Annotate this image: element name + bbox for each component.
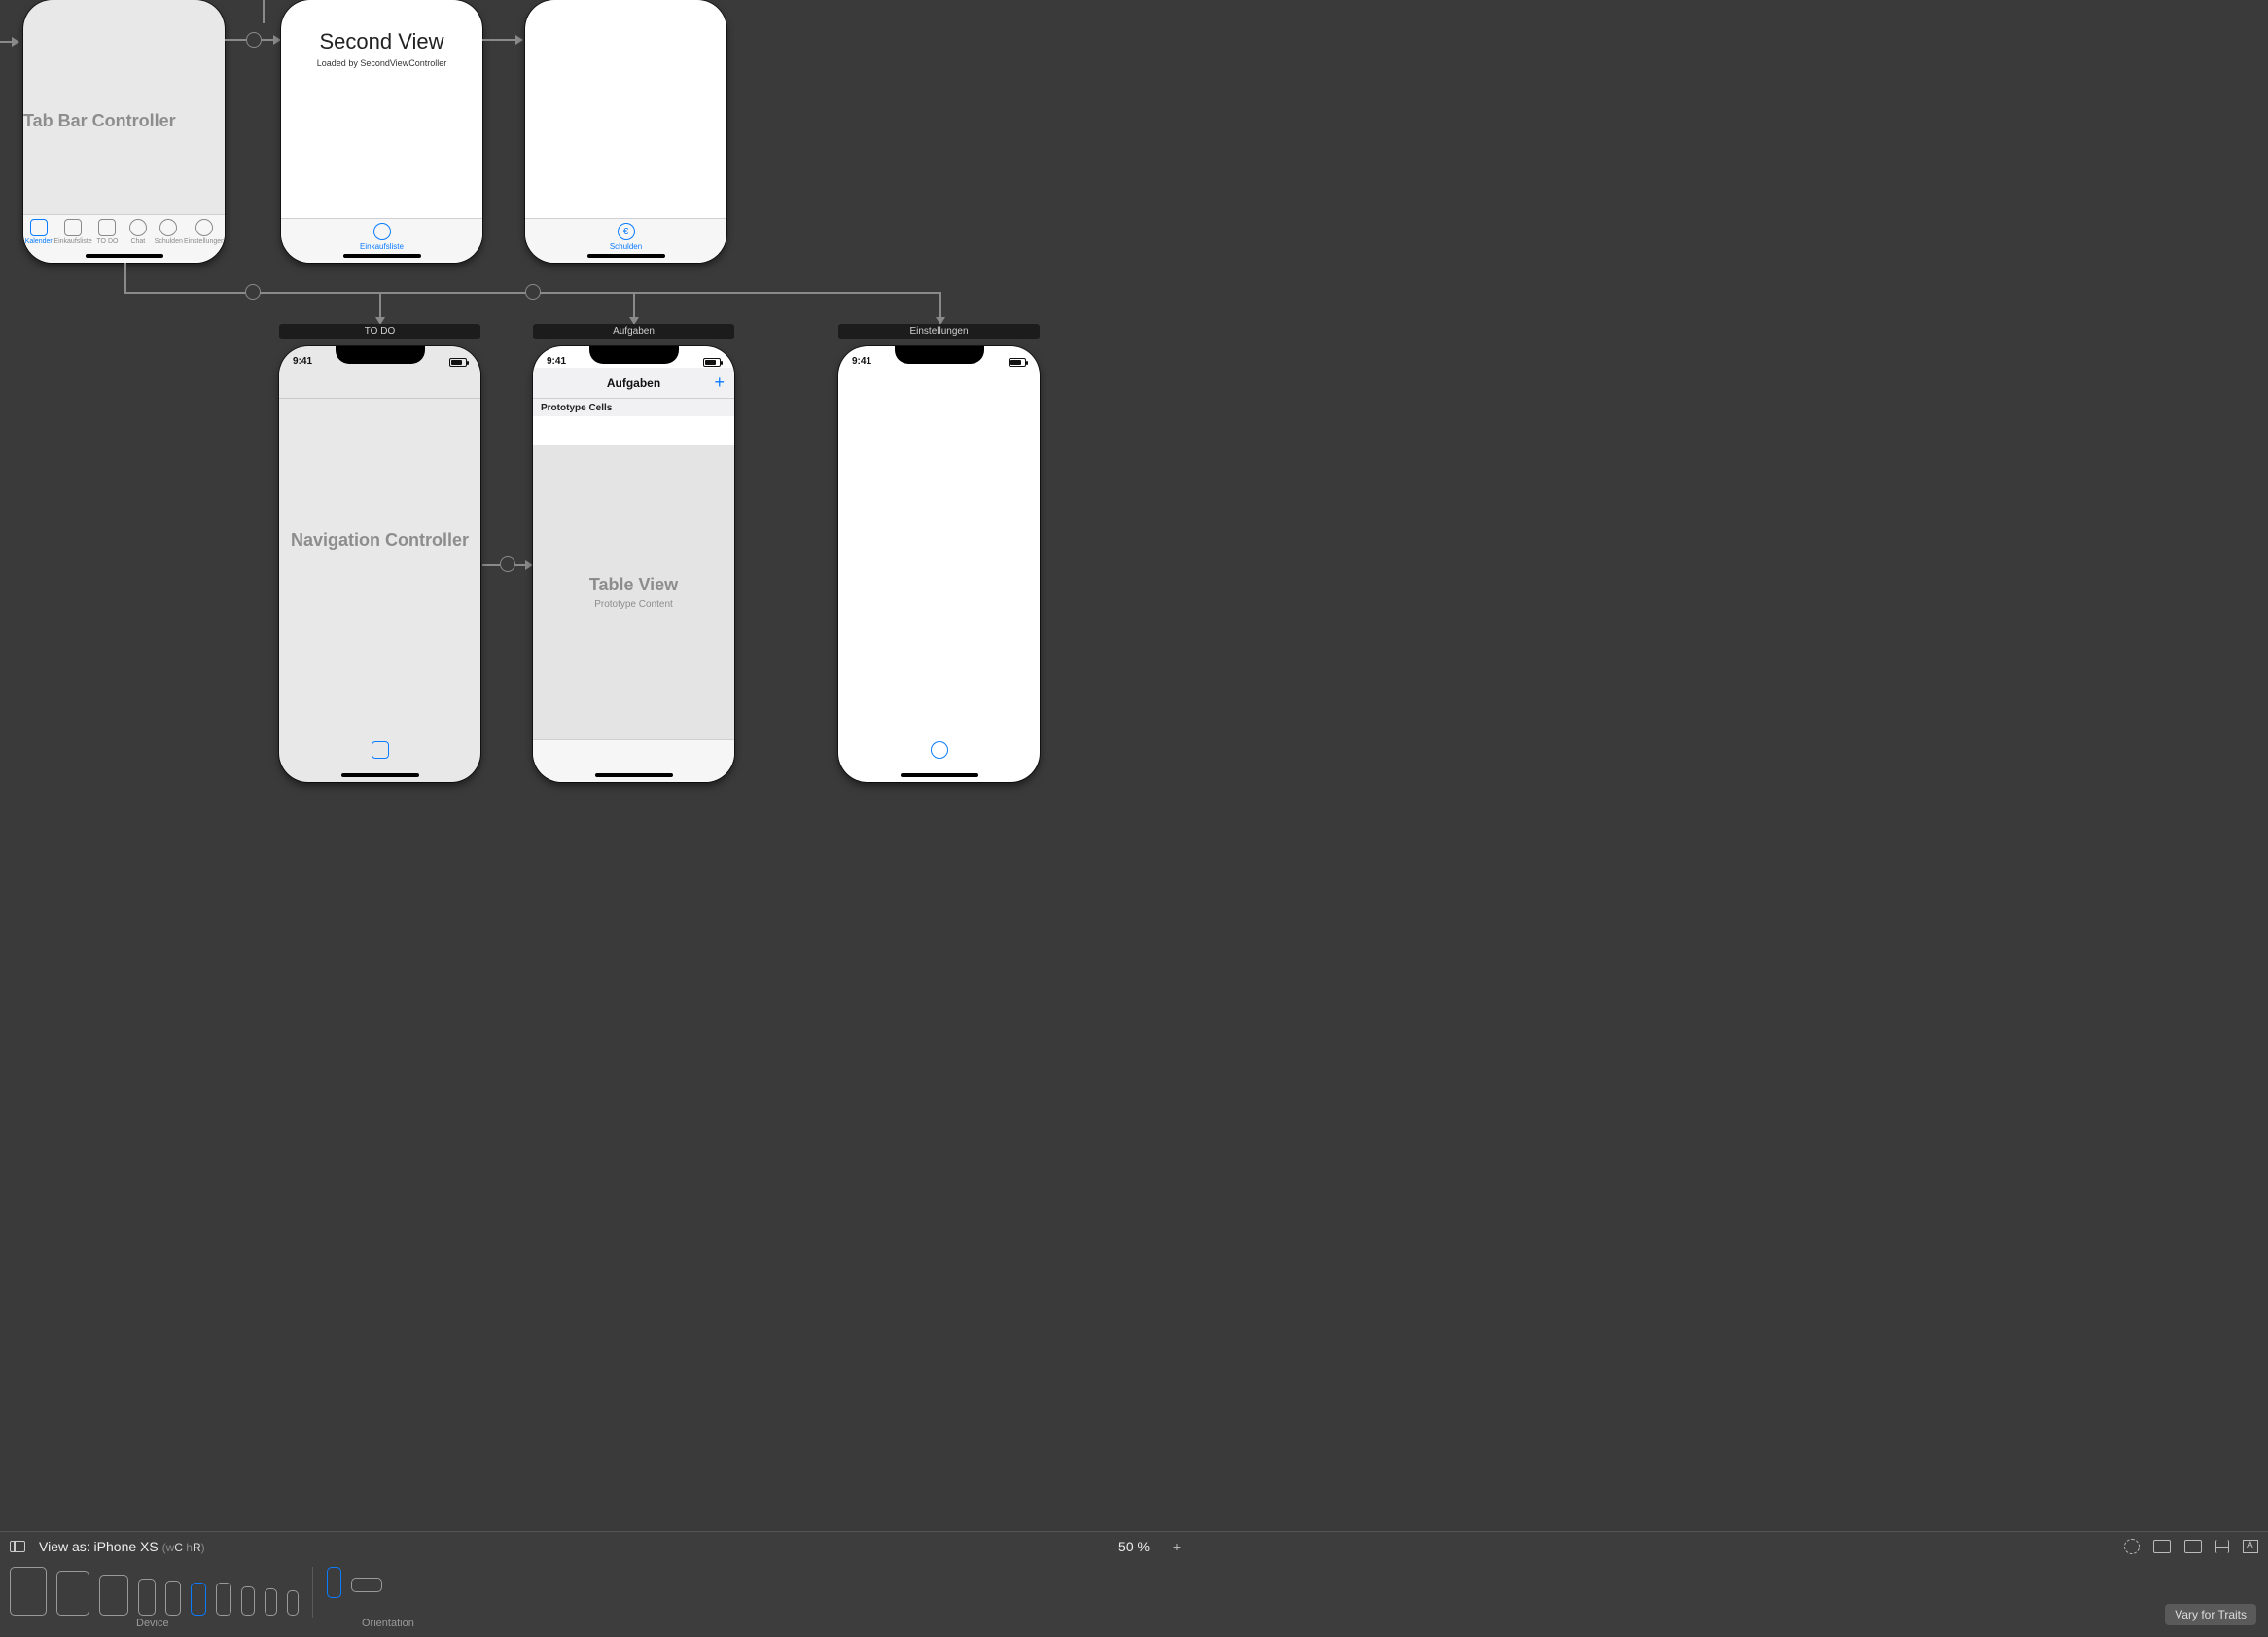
navcontroller-title: Navigation Controller — [291, 530, 469, 551]
home-indicator — [587, 254, 665, 258]
device-configuration-bar: View as: iPhone XS (wC hR) — 50 % + — [0, 1531, 2268, 1636]
scene-navigationcontroller[interactable]: 9:41 Navigation Controller — [279, 346, 480, 782]
tab-einstellungen[interactable]: Einstellungen — [184, 219, 225, 245]
home-indicator — [341, 773, 419, 777]
tab-schulden[interactable]: Schulden — [154, 219, 184, 245]
entry-segue — [0, 41, 12, 43]
segue-line — [124, 263, 126, 292]
secondview-title: Second View — [281, 29, 482, 54]
tab-einkaufsliste[interactable]: Einkaufsliste — [53, 219, 91, 245]
embed-in-icon[interactable] — [2153, 1540, 2171, 1553]
home-indicator — [901, 773, 978, 777]
status-time: 9:41 — [852, 356, 871, 367]
orientation-portrait[interactable] — [327, 1567, 341, 1598]
gear-icon — [195, 219, 213, 236]
segue-arrow-icon — [273, 35, 281, 45]
tab-todo[interactable]: TO DO — [92, 219, 123, 245]
pin-constraints-icon[interactable] — [2215, 1540, 2229, 1553]
battery-icon — [703, 358, 721, 367]
device-picker — [10, 1567, 299, 1616]
device-ipad-11[interactable] — [56, 1571, 89, 1616]
update-frames-icon[interactable] — [2124, 1539, 2140, 1554]
divider — [312, 1567, 313, 1618]
segue-line — [263, 0, 265, 23]
segue-arrow-icon — [525, 560, 533, 570]
segue-line — [482, 564, 500, 566]
secondview-subtitle: Loaded by SecondViewController — [281, 58, 482, 68]
euro-icon: € — [618, 223, 635, 240]
prototype-cell[interactable] — [533, 416, 734, 445]
scene-tabbarcontroller[interactable]: Tab Bar Controller Kalender Einkaufslist… — [23, 0, 225, 263]
add-button[interactable]: + — [714, 373, 725, 393]
vary-for-traits-button[interactable]: Vary for Traits — [2165, 1604, 2256, 1625]
scene-bar-todo[interactable]: TO DO — [279, 324, 480, 339]
device-iphone-xs[interactable] — [191, 1583, 206, 1616]
segue-line — [225, 39, 246, 41]
basket-icon — [64, 219, 82, 236]
segue-line — [939, 292, 941, 317]
segue-line — [482, 39, 515, 41]
segue-node-icon[interactable] — [245, 284, 261, 300]
device-iphone-8plus[interactable] — [216, 1583, 231, 1616]
tableview-placeholder: Table View Prototype Content — [533, 445, 734, 739]
device-iphone-max[interactable] — [138, 1579, 156, 1616]
device-group-label: Device — [136, 1618, 169, 1629]
home-indicator — [86, 254, 163, 258]
gear-icon — [931, 741, 948, 759]
scene-schulden[interactable]: € Schulden — [525, 0, 726, 263]
calendar-icon — [30, 219, 48, 236]
orientation-group-label: Orientation — [362, 1618, 414, 1629]
tabbarcontroller-title: Tab Bar Controller — [23, 111, 176, 131]
home-indicator — [343, 254, 421, 258]
orientation-landscape[interactable] — [351, 1578, 382, 1592]
device-iphone-8[interactable] — [241, 1586, 255, 1616]
device-ipad-12[interactable] — [10, 1567, 47, 1616]
home-indicator — [595, 773, 673, 777]
device-iphone-se[interactable] — [265, 1588, 277, 1616]
status-bar: 9:41 — [838, 346, 1040, 368]
scene-bar-einstellungen[interactable]: Einstellungen — [838, 324, 1040, 339]
view-as-label[interactable]: View as: iPhone XS (wC hR) — [39, 1539, 205, 1554]
segue-line — [515, 564, 525, 566]
resolve-issues-icon[interactable] — [2243, 1540, 2258, 1553]
scene-secondview[interactable]: Second View Loaded by SecondViewControll… — [281, 0, 482, 263]
status-time: 9:41 — [547, 356, 566, 367]
panel-toggle-icon[interactable] — [10, 1541, 25, 1552]
status-bar: 9:41 — [533, 346, 734, 368]
segue-node-icon[interactable] — [246, 32, 262, 48]
device-iphone-4s[interactable] — [287, 1590, 299, 1616]
entry-arrow-icon — [12, 37, 19, 47]
prototype-cells-header: Prototype Cells — [533, 399, 734, 416]
segue-line — [633, 292, 635, 317]
basket-icon — [373, 223, 391, 240]
segue-line — [262, 39, 273, 41]
align-icon[interactable] — [2184, 1540, 2202, 1553]
segue-node-icon[interactable] — [500, 556, 515, 572]
nav-title: Aufgaben — [607, 376, 660, 390]
battery-icon — [1009, 358, 1026, 367]
scene-bar-aufgaben[interactable]: Aufgaben — [533, 324, 734, 339]
scene-einstellungen[interactable]: 9:41 — [838, 346, 1040, 782]
tab-chat[interactable]: Chat — [123, 219, 153, 245]
chat-icon — [129, 219, 147, 236]
navbar-aufgaben: Aufgaben + — [533, 368, 734, 399]
zoom-out-button[interactable]: — — [1083, 1539, 1099, 1554]
segue-arrow-icon — [515, 35, 523, 45]
zoom-level: 50 % — [1118, 1539, 1150, 1554]
clipboard-icon — [98, 219, 116, 236]
scene-aufgaben[interactable]: 9:41 Aufgaben + Prototype Cells Table Vi… — [533, 346, 734, 782]
orientation-picker — [327, 1567, 382, 1598]
device-iphone-xr[interactable] — [165, 1581, 181, 1616]
clipboard-icon — [372, 741, 389, 759]
segue-node-icon[interactable] — [525, 284, 541, 300]
segue-line — [379, 292, 381, 317]
euro-icon — [159, 219, 177, 236]
zoom-in-button[interactable]: + — [1169, 1539, 1185, 1554]
tab-kalender[interactable]: Kalender — [23, 219, 53, 245]
storyboard-canvas[interactable]: Tab Bar Controller Kalender Einkaufslist… — [0, 0, 2268, 1553]
device-ipad-9[interactable] — [99, 1575, 128, 1616]
